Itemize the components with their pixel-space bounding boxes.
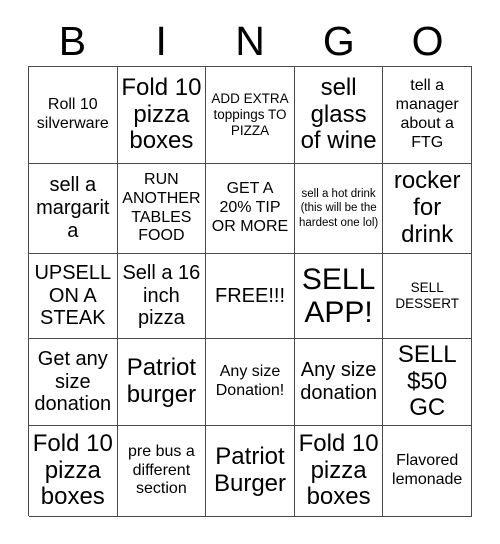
header-letter-g: G <box>322 17 355 64</box>
bingo-cell-r4c5[interactable]: SELL $50 GC <box>383 339 472 426</box>
bingo-cell-r2c2[interactable]: RUN ANOTHER TABLES FOOD <box>117 164 207 254</box>
bingo-cell-r1c1[interactable]: Roll 10 silverware <box>29 67 118 164</box>
bingo-cell-label: Fold 10 pizza boxes <box>121 73 202 155</box>
bingo-grid: Roll 10 silverware Fold 10 pizza boxes ADD… <box>28 66 472 517</box>
bingo-cell-label: Flavored lemonade <box>392 452 463 488</box>
bingo-cell-label: SELL $50 GC <box>397 340 464 422</box>
bingo-cell-label: Any size Donation! <box>215 363 285 399</box>
bingo-cell-r4c4[interactable]: Any size donation <box>294 339 384 426</box>
bingo-cell-r2c3[interactable]: GET A 20% TIP OR MORE <box>206 164 295 254</box>
bingo-cell-r1c5[interactable]: tell a manager about a FTG <box>383 67 472 164</box>
bingo-cell-r2c1[interactable]: sell a margarita <box>29 164 118 254</box>
bingo-cell-r3c2[interactable]: Sell a 16 inch pizza <box>117 254 207 339</box>
bingo-cell-label: Patriot Burger <box>213 443 292 497</box>
bingo-cell-r4c2[interactable]: Patriot burger <box>117 339 207 426</box>
bingo-cell-label: Sell a 16 inch pizza <box>122 261 206 330</box>
bingo-cell-label: Any size donation <box>300 359 382 404</box>
bingo-cell-label: tell a manager about a FTG <box>395 77 464 151</box>
bingo-cell-r1c4[interactable]: sell glass of wine <box>294 67 384 164</box>
bingo-cell-r3c3[interactable]: FREE!!! <box>206 254 295 339</box>
header-letter-n: N <box>235 17 265 64</box>
bingo-cell-r5c3[interactable]: Patriot Burger <box>206 426 295 517</box>
bingo-cell-label: Patriot burger <box>126 354 203 408</box>
bingo-cell-r4c3[interactable]: Any size Donation! <box>206 339 295 426</box>
bingo-cell-label: UPSELL ON A STEAK <box>34 261 117 330</box>
bingo-cell-label: Roll 10 silverware <box>36 96 109 132</box>
bingo-cell-r5c4[interactable]: Fold 10 pizza boxes <box>294 426 384 517</box>
bingo-cell-r2c5[interactable]: rocker for drink <box>383 164 472 254</box>
bingo-cell-r1c2[interactable]: Fold 10 pizza boxes <box>117 67 207 164</box>
bingo-header: B I N G O <box>28 16 472 66</box>
bingo-cell-label: FREE!!! <box>214 284 285 307</box>
bingo-cell-label: sell a hot drink (this will be the harde… <box>298 188 380 229</box>
bingo-card: B I N G O Roll 10 silverware Fold 10 pizz… <box>0 0 500 544</box>
header-letter-o: O <box>411 17 444 64</box>
bingo-cell-r4c1[interactable]: Get any size donation <box>29 339 118 426</box>
bingo-cell-label: GET A 20% TIP OR MORE <box>211 180 289 235</box>
header-letter-b: B <box>58 17 87 64</box>
bingo-cell-label: ADD EXTRA toppings TO PIZZA <box>211 90 293 139</box>
bingo-cell-r2c4[interactable]: sell a hot drink (this will be the harde… <box>294 164 384 254</box>
bingo-cell-r5c2[interactable]: pre bus a different section <box>117 426 207 517</box>
bingo-cell-label: Fold 10 pizza boxes <box>32 429 113 511</box>
bingo-cell-label: RUN ANOTHER TABLES FOOD <box>122 170 205 245</box>
bingo-cell-r1c3[interactable]: ADD EXTRA toppings TO PIZZA <box>206 67 295 164</box>
bingo-cell-label: Get any size donation <box>34 347 114 416</box>
bingo-cell-label: rocker for drink <box>393 167 468 248</box>
bingo-cell-label: sell a margarita <box>36 174 110 242</box>
header-letter-i: I <box>155 17 167 64</box>
bingo-cell-label: sell glass of wine <box>300 73 377 155</box>
bingo-cell-label: pre bus a different section <box>128 442 200 498</box>
bingo-cell-r3c1[interactable]: UPSELL ON A STEAK <box>29 254 118 339</box>
bingo-cell-label: Fold 10 pizza boxes <box>298 429 379 511</box>
bingo-cell-label: SELL APP! <box>301 263 382 329</box>
bingo-cell-label: SELL DESSERT <box>395 279 459 311</box>
bingo-cell-r5c1[interactable]: Fold 10 pizza boxes <box>29 426 118 517</box>
bingo-cell-r3c5[interactable]: SELL DESSERT <box>383 254 472 339</box>
bingo-cell-r5c5[interactable]: Flavored lemonade <box>383 426 472 517</box>
bingo-cell-r3c4[interactable]: SELL APP! <box>294 254 384 339</box>
